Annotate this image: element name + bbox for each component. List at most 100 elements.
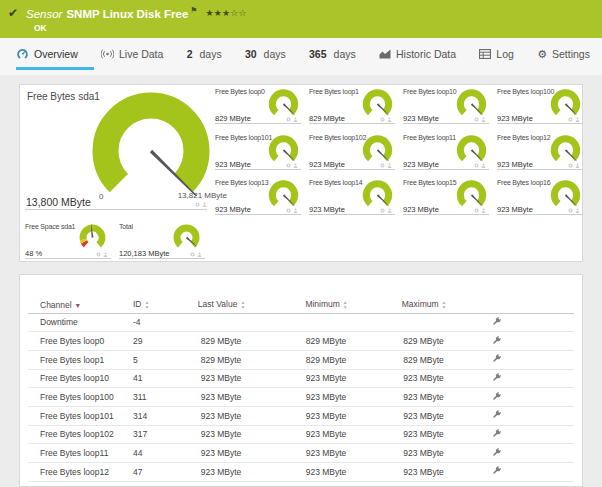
gauge-gear-icon[interactable] (380, 117, 385, 122)
column-header-last-value[interactable]: Last Value▴▾ (166, 297, 276, 313)
gauge-gear-icon[interactable] (380, 208, 385, 213)
gauge-gear-icon[interactable] (96, 252, 101, 257)
channel-settings-wrench-icon[interactable] (491, 356, 502, 366)
channel-settings-wrench-icon[interactable] (491, 431, 502, 441)
gauge-value: 923 MByte (403, 160, 439, 169)
gauge-channel-icon[interactable] (387, 208, 392, 213)
channel-settings-wrench-icon[interactable] (491, 338, 502, 348)
gauge-gear-icon[interactable] (286, 117, 291, 122)
channel-last-value: 923 MByte (166, 388, 276, 407)
channel-maximum: 923 MByte (376, 388, 471, 407)
gauge-gear-icon[interactable] (190, 252, 195, 257)
channel-row-free-bytes-loop12[interactable]: Free Bytes loop1247923 MByte923 MByte923… (28, 463, 574, 482)
gauge-channel-icon[interactable] (202, 202, 207, 207)
gauge-channel-icon[interactable] (387, 163, 392, 168)
gauge-channel-icon[interactable] (575, 163, 580, 168)
channel-settings-wrench-icon[interactable] (491, 375, 502, 385)
channel-settings-wrench-icon[interactable] (491, 319, 502, 329)
channel-last-value: 829 MByte (166, 332, 276, 351)
gauge-channel-icon[interactable] (197, 252, 202, 257)
channel-name[interactable]: Free Bytes loop10 (28, 369, 131, 388)
gauge-channel-icon[interactable] (481, 208, 486, 213)
gauge-gear-icon[interactable] (568, 117, 573, 122)
gauge-gear-icon[interactable] (568, 208, 573, 213)
gauge-gear-icon[interactable] (568, 163, 573, 168)
gauge-gear-icon[interactable] (286, 163, 291, 168)
gauge-value: 923 MByte (497, 205, 533, 214)
tab-days[interactable]: 365days (309, 48, 356, 60)
channel-name[interactable]: Downtime (28, 313, 131, 332)
channel-minimum: 923 MByte (276, 425, 376, 444)
channel-minimum (276, 313, 376, 332)
gauge-channel-icon[interactable] (481, 163, 486, 168)
gauge-gear-icon[interactable] (474, 117, 479, 122)
divider (309, 214, 395, 215)
channel-name[interactable]: Free Bytes loop11 (28, 444, 131, 463)
gauge-free-bytes-loop16: Free Bytes loop16923 MByte (497, 177, 583, 221)
gauge-channel-icon[interactable] (293, 117, 298, 122)
channel-last-value: 923 MByte (166, 406, 276, 425)
tab-settings[interactable]: ⚙Settings (537, 48, 590, 60)
sensor-header: ✔ SensorSNMP Linux Disk Free⚑★★★☆☆ OK (0, 0, 602, 38)
channel-settings-wrench-icon[interactable] (491, 450, 502, 460)
tab-overview[interactable]: Overview (16, 48, 78, 60)
channel-row-free-bytes-loop1[interactable]: Free Bytes loop15829 MByte829 MByte829 M… (28, 350, 574, 369)
gauge-gear-icon[interactable] (380, 163, 385, 168)
channel-minimum: 923 MByte (276, 444, 376, 463)
gauge-channel-icon[interactable] (575, 117, 580, 122)
divider (215, 123, 301, 124)
column-header-channel[interactable]: Channel▾ (28, 297, 131, 313)
channel-name[interactable]: Free Bytes loop100 (28, 388, 131, 407)
channel-settings-wrench-icon[interactable] (491, 412, 502, 422)
gauge-free-bytes-loop0: Free Bytes loop0829 MByte (215, 86, 301, 130)
tab-days[interactable]: 30days (245, 48, 286, 60)
gauge-channel-icon[interactable] (293, 163, 298, 168)
tab-historic-data[interactable]: Historic Data (379, 48, 456, 60)
channel-settings-wrench-icon[interactable] (491, 468, 502, 478)
channel-minimum: 829 MByte (276, 332, 376, 351)
channel-row-free-bytes-loop11[interactable]: Free Bytes loop1144923 MByte923 MByte923… (28, 444, 574, 463)
gauge-value: 829 MByte (215, 114, 251, 123)
column-header-minimum[interactable]: Minimum▴▾ (276, 297, 376, 313)
gauge-channel-icon[interactable] (481, 117, 486, 122)
channel-row-free-bytes-loop10[interactable]: Free Bytes loop1041923 MByte923 MByte923… (28, 369, 574, 388)
gauge-value: 923 MByte (497, 160, 533, 169)
gauge-gear-icon[interactable] (286, 208, 291, 213)
column-header-maximum[interactable]: Maximum▴▾ (376, 297, 471, 313)
channel-name[interactable]: Free Bytes loop102 (28, 425, 131, 444)
gauge-channel-icon[interactable] (387, 117, 392, 122)
priority-stars[interactable]: ★★★☆☆ (205, 8, 246, 18)
channel-maximum: 829 MByte (376, 332, 471, 351)
channel-settings-wrench-icon[interactable] (491, 394, 502, 404)
channel-minimum: 923 MByte (276, 369, 376, 388)
channel-row-free-bytes-loop0[interactable]: Free Bytes loop029829 MByte829 MByte829 … (28, 332, 574, 351)
log-icon (479, 49, 491, 59)
settings-gear-icon: ⚙ (537, 49, 547, 59)
channel-row-free-bytes-loop100[interactable]: Free Bytes loop100311923 MByte923 MByte9… (28, 388, 574, 407)
column-header-id[interactable]: ID▴▾ (131, 297, 166, 313)
channel-name[interactable]: Free Bytes loop0 (28, 332, 131, 351)
channel-name[interactable]: Free Bytes loop101 (28, 406, 131, 425)
divider (309, 123, 395, 124)
sort-icon: ▴▾ (146, 300, 149, 310)
gauge-gear-icon[interactable] (474, 208, 479, 213)
gauge-free-bytes-loop11: Free Bytes loop11923 MByte (403, 132, 489, 176)
tab-live-data[interactable]: Live Data (101, 48, 163, 60)
gauge-gear-icon[interactable] (474, 163, 479, 168)
channel-row-free-bytes-loop101[interactable]: Free Bytes loop101314923 MByte923 MByte9… (28, 406, 574, 425)
tab-log[interactable]: Log (479, 48, 514, 60)
channel-row-free-bytes-loop102[interactable]: Free Bytes loop102317923 MByte923 MByte9… (28, 425, 574, 444)
gauge-channel-icon[interactable] (103, 252, 108, 257)
gauge-channel-icon[interactable] (575, 208, 580, 213)
channel-name[interactable]: Free Bytes loop12 (28, 463, 131, 482)
channel-name[interactable]: Free Bytes loop1 (28, 350, 131, 369)
channel-id: 41 (131, 369, 166, 388)
divider (497, 123, 583, 124)
gauge-gear-icon[interactable] (195, 202, 200, 207)
tab-days[interactable]: 2days (187, 48, 222, 60)
gauge-channel-icon[interactable] (293, 208, 298, 213)
channel-id: 29 (131, 332, 166, 351)
channel-id: 47 (131, 463, 166, 482)
channel-row-downtime[interactable]: Downtime-4 (28, 313, 574, 332)
gauge-title: Free Bytes loop100 (497, 88, 554, 95)
